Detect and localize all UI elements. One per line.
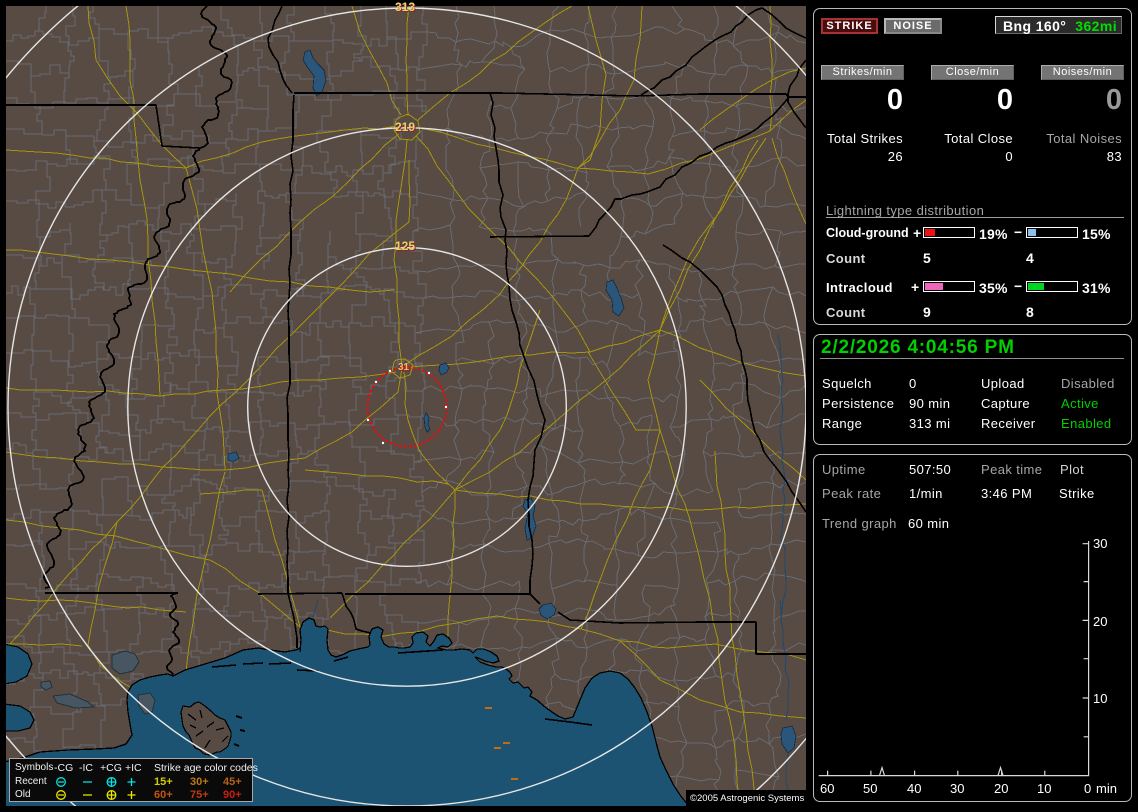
svg-text:10: 10 xyxy=(1037,781,1051,796)
svg-text:min: min xyxy=(1096,781,1117,796)
svg-text:10: 10 xyxy=(1093,691,1107,706)
svg-text:20: 20 xyxy=(1093,614,1107,629)
svg-text:313: 313 xyxy=(395,0,415,14)
svg-text:125: 125 xyxy=(395,239,415,253)
svg-text:50: 50 xyxy=(863,781,877,796)
svg-text:40: 40 xyxy=(907,781,921,796)
svg-text:31: 31 xyxy=(398,362,410,373)
svg-text:30: 30 xyxy=(1093,536,1107,551)
svg-text:219: 219 xyxy=(395,120,415,134)
svg-text:60: 60 xyxy=(820,781,834,796)
svg-text:20: 20 xyxy=(994,781,1008,796)
svg-text:30: 30 xyxy=(950,781,964,796)
svg-text:0: 0 xyxy=(1084,781,1091,796)
